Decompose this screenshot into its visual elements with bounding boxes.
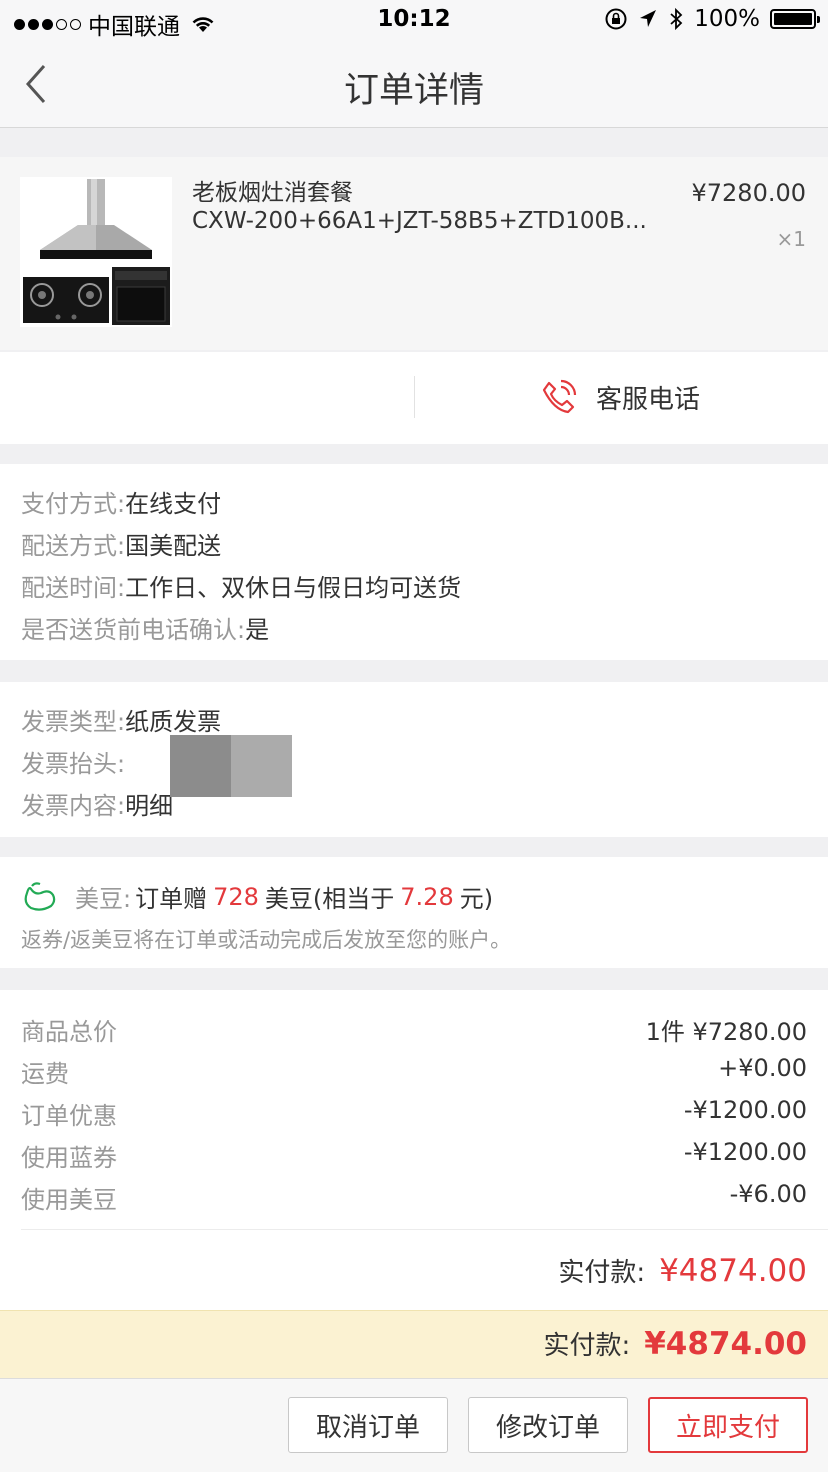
battery-icon	[770, 9, 820, 29]
summary-total: 实付款: ¥4874.00	[558, 1252, 807, 1289]
info-value: 明细	[125, 792, 174, 820]
bean-prefix: 订单赠	[135, 885, 208, 913]
summary-value: -¥1200.00	[683, 1096, 807, 1124]
bean-label: 美豆:	[75, 885, 132, 913]
customer-service-button[interactable]: 客服电话	[540, 378, 700, 416]
summary-value: -¥6.00	[729, 1180, 807, 1208]
info-value: 工作日、双休日与假日均可送货	[125, 574, 462, 602]
invoice-type-row: 发票类型: 纸质发票	[21, 702, 221, 737]
info-value: 在线支付	[125, 490, 222, 518]
info-value: 纸质发票	[125, 708, 222, 736]
bean-icon	[24, 881, 56, 911]
info-value: 国美配送	[125, 532, 222, 560]
bean-value: 7.28	[400, 882, 454, 911]
product-quantity: ×1	[776, 227, 806, 251]
page-title: 订单详情	[343, 71, 484, 111]
product-thumbnail	[20, 177, 172, 327]
range-hood-stove-image	[23, 179, 170, 325]
summary-row: 商品总价 1件 ¥7280.00	[21, 1012, 807, 1047]
delivery-info: 支付方式: 在线支付 配送方式: 国美配送 配送时间: 工作日、双休日与假日均可…	[0, 464, 828, 660]
payable-label: 实付款:	[543, 1331, 631, 1361]
summary-key: 商品总价	[21, 1018, 117, 1046]
bean-suffix: 元)	[459, 885, 494, 913]
phone-confirm-row: 是否送货前电话确认: 是	[21, 610, 269, 645]
navigation-bar: 订单详情	[0, 40, 828, 128]
bean-mid: 美豆(相当于	[264, 885, 395, 913]
payable-amount-group: 实付款: ¥4874.00	[543, 1325, 807, 1362]
action-bar: 取消订单 修改订单 立即支付	[0, 1378, 828, 1472]
customer-service-label: 客服电话	[596, 384, 701, 415]
location-icon	[640, 10, 657, 27]
invoice-content-row: 发票内容: 明细	[21, 786, 173, 821]
product-model: CXW-200+66A1+JZT-58B5+ZTD100B...	[192, 208, 647, 234]
bean-note: 返券/返美豆将在订单或活动完成后发放至您的账户。	[21, 928, 512, 952]
info-key: 配送方式:	[21, 532, 126, 560]
divider	[21, 1229, 828, 1230]
summary-key: 使用蓝券	[21, 1144, 117, 1172]
invoice-title-row: 发票抬头:	[21, 744, 125, 779]
rotation-lock-icon	[605, 8, 627, 30]
info-value: 是	[245, 616, 270, 644]
battery-percent: 100%	[694, 6, 760, 32]
summary-key: 运费	[21, 1060, 69, 1088]
product-name: 老板烟灶消套餐	[192, 180, 353, 206]
info-key: 发票抬头:	[21, 750, 126, 778]
bean-reward: 美豆: 订单赠 728 美豆(相当于 7.28 元) 返券/返美豆将在订单或活动…	[0, 857, 828, 968]
phone-icon	[542, 379, 577, 414]
payment-method-row: 支付方式: 在线支付	[21, 484, 221, 519]
info-key: 是否送货前电话确认:	[21, 616, 246, 644]
status-icons: 100%	[604, 6, 820, 32]
summary-value: +¥0.00	[718, 1054, 807, 1082]
payable-amount: ¥4874.00	[644, 1326, 807, 1362]
summary-value: 1件 ¥7280.00	[645, 1018, 807, 1046]
info-key: 支付方式:	[21, 490, 126, 518]
bean-reward-line: 美豆: 订单赠 728 美豆(相当于 7.28 元)	[21, 879, 493, 914]
bean-amount: 728	[213, 882, 259, 911]
cancel-order-button[interactable]: 取消订单	[288, 1397, 448, 1453]
summary-row: 使用蓝券 -¥1200.00	[21, 1138, 807, 1173]
delivery-time-row: 配送时间: 工作日、双休日与假日均可送货	[21, 568, 461, 603]
summary-row: 订单优惠 -¥1200.00	[21, 1096, 807, 1131]
summary-row: 运费 +¥0.00	[21, 1054, 807, 1089]
service-row: 客服电话	[0, 352, 828, 444]
total-amount: ¥4874.00	[659, 1253, 807, 1289]
summary-key: 使用美豆	[21, 1186, 117, 1214]
product-price: ¥7280.00	[691, 179, 806, 207]
modify-order-button[interactable]: 修改订单	[468, 1397, 628, 1453]
status-bar: 中国联通 10:12 100%	[0, 0, 828, 40]
info-key: 发票类型:	[21, 708, 126, 736]
redaction-block	[170, 735, 292, 797]
summary-key: 订单优惠	[21, 1102, 117, 1130]
payable-bar: 实付款: ¥4874.00	[0, 1310, 828, 1378]
pay-now-button[interactable]: 立即支付	[648, 1397, 808, 1453]
info-key: 发票内容:	[21, 792, 126, 820]
total-label: 实付款:	[558, 1258, 646, 1288]
delivery-method-row: 配送方式: 国美配送	[21, 526, 221, 561]
bluetooth-icon	[670, 7, 683, 31]
product-item[interactable]: 老板烟灶消套餐 CXW-200+66A1+JZT-58B5+ZTD100B...…	[0, 157, 828, 350]
summary-row: 使用美豆 -¥6.00	[21, 1180, 807, 1215]
invoice-info: 发票类型: 纸质发票 发票抬头: 发票内容: 明细	[0, 682, 828, 837]
price-summary: 商品总价 1件 ¥7280.00 运费 +¥0.00 订单优惠 -¥1200.0…	[0, 990, 828, 1310]
vertical-divider	[414, 376, 415, 418]
summary-value: -¥1200.00	[683, 1138, 807, 1166]
info-key: 配送时间:	[21, 574, 126, 602]
